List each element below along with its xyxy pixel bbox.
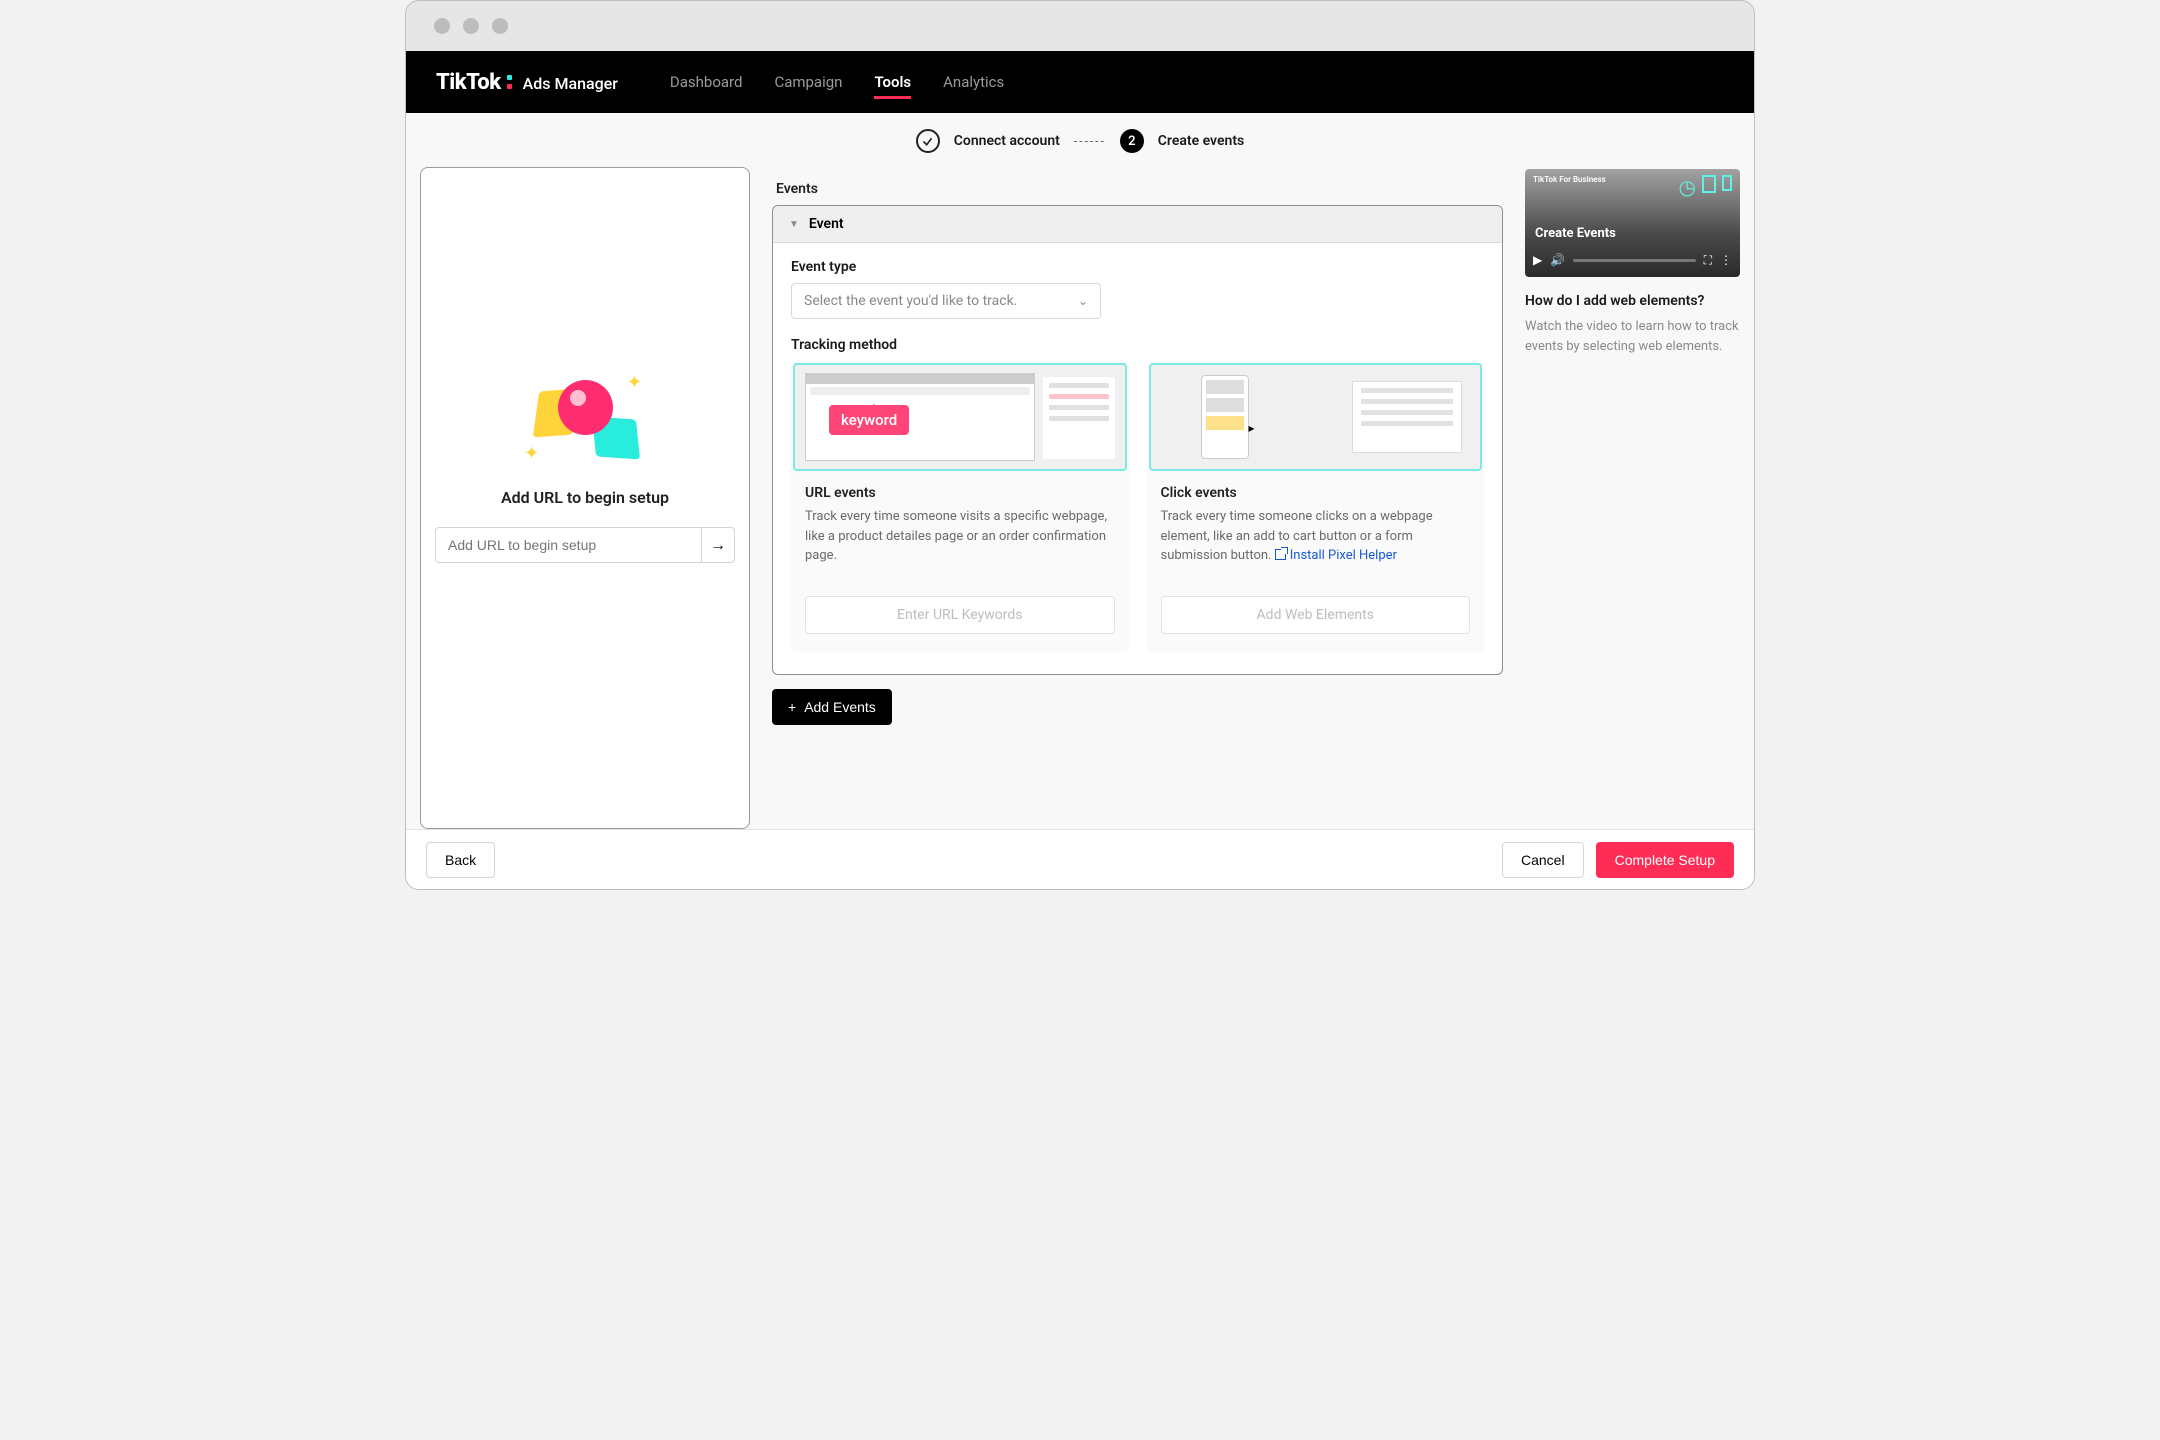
nav-items: Dashboard Campaign Tools Analytics	[670, 53, 1004, 111]
brand-name: TikTok	[436, 70, 501, 95]
install-pixel-helper-text: Install Pixel Helper	[1290, 548, 1397, 563]
brand-product: Ads Manager	[523, 74, 618, 93]
cancel-button[interactable]: Cancel	[1502, 842, 1584, 878]
event-card-title: Event	[809, 216, 844, 232]
video-title: Create Events	[1535, 226, 1616, 241]
play-icon[interactable]: ▶	[1533, 253, 1542, 267]
external-link-icon	[1275, 549, 1286, 560]
left-panel: ✦ ✦ Add URL to begin setup →	[420, 167, 750, 829]
enter-url-keywords-button[interactable]: Enter URL Keywords	[805, 596, 1115, 634]
browser-frame: TikTok Ads Manager Dashboard Campaign To…	[405, 0, 1755, 890]
workarea: ✦ ✦ Add URL to begin setup → Events ▼ Ev…	[406, 167, 1754, 829]
url-events-illustration-icon: keyword	[793, 363, 1127, 471]
events-section-label: Events	[776, 181, 1503, 197]
browser-chrome-bar	[406, 1, 1754, 51]
stepper: Connect account ------ 2 Create events	[406, 113, 1754, 167]
click-events-desc: Track every time someone clicks on a web…	[1147, 507, 1485, 566]
setup-illustration-icon: ✦ ✦	[530, 366, 640, 466]
event-type-label: Event type	[791, 259, 1484, 275]
app-shell: TikTok Ads Manager Dashboard Campaign To…	[406, 51, 1754, 889]
step-separator: ------	[1074, 134, 1106, 148]
url-input-row: →	[435, 527, 735, 563]
caret-down-icon: ▼	[789, 219, 799, 230]
step-1-label: Connect account	[954, 133, 1060, 149]
click-events-title: Click events	[1147, 473, 1485, 507]
tracking-method-label: Tracking method	[791, 337, 1484, 353]
tracking-option-url[interactable]: keyword URL events Track every time some…	[791, 361, 1129, 652]
tracking-method-row: keyword URL events Track every time some…	[791, 361, 1484, 652]
complete-setup-button[interactable]: Complete Setup	[1596, 842, 1734, 878]
event-type-select[interactable]: Select the event you'd like to track. ⌄	[791, 283, 1101, 319]
event-card-body: Event type Select the event you'd like t…	[773, 243, 1502, 674]
step-2-label: Create events	[1158, 133, 1244, 149]
window-dot	[463, 18, 479, 34]
back-button[interactable]: Back	[426, 842, 495, 878]
top-nav: TikTok Ads Manager Dashboard Campaign To…	[406, 51, 1754, 113]
window-dot	[434, 18, 450, 34]
url-events-title: URL events	[791, 473, 1129, 507]
nav-tools[interactable]: Tools	[874, 53, 911, 111]
url-events-desc: Track every time someone visits a specif…	[791, 507, 1129, 566]
add-events-button[interactable]: + Add Events	[772, 689, 892, 725]
video-controls[interactable]: ▶ 🔊 ⛶ ⋮	[1533, 249, 1732, 271]
help-heading: How do I add web elements?	[1525, 293, 1740, 309]
help-subtext: Watch the video to learn how to track ev…	[1525, 317, 1740, 356]
add-web-elements-button[interactable]: Add Web Elements	[1161, 596, 1471, 634]
arrow-right-icon: →	[710, 535, 726, 555]
nav-campaign[interactable]: Campaign	[774, 53, 842, 111]
help-video-thumbnail[interactable]: TikTok For Business ◷ Create Events ▶ 🔊 …	[1525, 169, 1740, 277]
video-brand-label: TikTok For Business	[1533, 175, 1606, 184]
click-events-illustration-icon: ▸	[1149, 363, 1483, 471]
add-events-label: Add Events	[804, 699, 876, 715]
volume-icon[interactable]: 🔊	[1550, 253, 1565, 267]
install-pixel-helper-link[interactable]: Install Pixel Helper	[1275, 548, 1397, 563]
nav-dashboard[interactable]: Dashboard	[670, 53, 743, 111]
url-input[interactable]	[435, 527, 701, 563]
plus-icon: +	[788, 699, 796, 715]
cursor-icon: ▸	[1249, 421, 1255, 435]
event-card-header[interactable]: ▼ Event	[773, 206, 1502, 243]
event-type-placeholder: Select the event you'd like to track.	[804, 293, 1017, 309]
fullscreen-icon[interactable]: ⛶	[1704, 253, 1712, 268]
keyword-badge: keyword	[829, 405, 909, 435]
tracking-option-click[interactable]: ▸ Click events Track every time someone …	[1147, 361, 1485, 652]
nav-analytics[interactable]: Analytics	[943, 53, 1004, 111]
left-panel-title: Add URL to begin setup	[501, 488, 669, 507]
url-submit-button[interactable]: →	[701, 527, 735, 563]
step-2-badge: 2	[1120, 129, 1144, 153]
footer-bar: Back Cancel Complete Setup	[406, 829, 1754, 889]
step-1-check-icon	[916, 129, 940, 153]
video-decor-icon: ◷	[1679, 175, 1732, 199]
window-dot	[492, 18, 508, 34]
brand: TikTok Ads Manager	[436, 70, 618, 95]
right-panel: TikTok For Business ◷ Create Events ▶ 🔊 …	[1525, 167, 1740, 829]
center-column: Events ▼ Event Event type Select the eve…	[772, 167, 1503, 829]
video-progress[interactable]	[1573, 259, 1695, 262]
chevron-down-icon: ⌄	[1078, 294, 1088, 308]
more-icon[interactable]: ⋮	[1720, 253, 1732, 267]
event-card: ▼ Event Event type Select the event you'…	[772, 205, 1503, 675]
